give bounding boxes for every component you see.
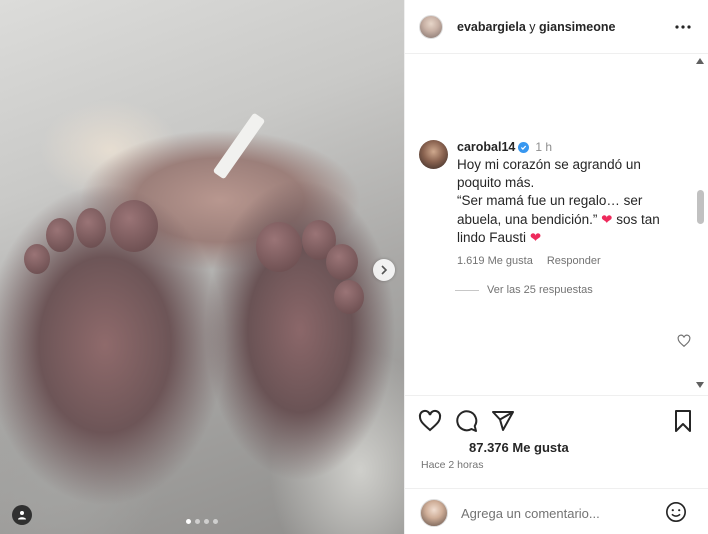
comment-likes[interactable]: 1.619 Me gusta <box>457 255 533 267</box>
replies-divider <box>455 289 479 291</box>
toe <box>110 200 158 252</box>
view-replies-label: Ver las 25 respuestas <box>487 284 593 296</box>
reply-button[interactable]: Responder <box>547 255 601 267</box>
post-sidebar: evabargiela y giansimeone carobal14 1 h … <box>404 0 708 534</box>
emoji-icon <box>666 502 686 522</box>
toe <box>46 218 74 252</box>
user-tag-icon <box>18 511 26 520</box>
carousel-dot <box>204 519 209 524</box>
heart-emoji: ❤ <box>601 211 613 227</box>
add-comment-bar <box>405 488 708 534</box>
comment-input[interactable] <box>461 503 651 523</box>
comment-quote: “Ser mamá fue un regalo… ser abuela, una… <box>457 193 643 227</box>
avatar <box>420 499 448 527</box>
more-options-button[interactable] <box>673 18 693 36</box>
post-actions: 87.376 Me gusta Hace 2 horas <box>405 395 708 485</box>
chevron-right-icon <box>381 265 388 275</box>
scroll-down-arrow[interactable] <box>696 382 704 388</box>
comment-like-button[interactable] <box>677 334 691 348</box>
toe <box>256 222 302 272</box>
author-link[interactable]: evabargiela <box>457 20 526 34</box>
comment-header: carobal14 1 h <box>457 140 673 154</box>
toe <box>76 208 106 248</box>
heart-icon <box>677 334 691 348</box>
save-button[interactable] <box>670 408 696 434</box>
scroll-up-arrow[interactable] <box>696 58 704 64</box>
comment-icon <box>456 410 478 432</box>
post-authors: evabargiela y giansimeone <box>457 20 615 34</box>
more-icon <box>675 25 691 29</box>
toe <box>24 244 50 274</box>
post-likes[interactable]: 87.376 Me gusta <box>469 440 569 455</box>
carousel-dot <box>195 519 200 524</box>
author-connector: y <box>529 19 536 34</box>
comment-line-1: Hoy mi corazón se agrandó un poquito más… <box>457 157 641 191</box>
post-photo[interactable] <box>0 0 404 534</box>
like-button[interactable] <box>417 408 443 434</box>
emoji-button[interactable] <box>665 501 687 523</box>
comment-time[interactable]: 1 h <box>535 140 552 154</box>
heart-icon <box>418 409 442 432</box>
verified-icon <box>518 141 530 153</box>
comment-line-2: “Ser mamá fue un regalo… ser abuela, una… <box>457 192 673 247</box>
share-button[interactable] <box>490 408 516 434</box>
avatar[interactable] <box>419 140 448 169</box>
comment-text: Hoy mi corazón se agrandó un poquito más… <box>457 156 673 247</box>
post-header: evabargiela y giansimeone <box>405 0 708 54</box>
share-icon <box>492 411 514 431</box>
comment-username[interactable]: carobal14 <box>457 140 515 154</box>
user-tag-button[interactable] <box>12 505 32 525</box>
carousel-dot <box>213 519 218 524</box>
bookmark-icon <box>675 410 691 432</box>
carousel-dot <box>186 519 191 524</box>
post-time[interactable]: Hace 2 horas <box>421 459 483 471</box>
scrollbar-thumb[interactable] <box>697 190 704 224</box>
comment-meta: 1.619 Me gusta Responder <box>457 255 673 267</box>
avatar[interactable] <box>419 14 443 39</box>
id-bracelet <box>212 112 266 180</box>
comment-body: carobal14 1 h Hoy mi corazón se agrandó … <box>457 140 673 267</box>
coauthor-link[interactable]: giansimeone <box>539 20 615 34</box>
heart-emoji: ❤ <box>529 229 542 245</box>
comment-button[interactable] <box>453 408 479 434</box>
carousel-indicator <box>186 519 218 524</box>
view-replies-button[interactable]: Ver las 25 respuestas <box>455 284 593 296</box>
next-photo-button[interactable] <box>373 259 395 281</box>
toe <box>334 280 364 314</box>
toe <box>326 244 358 280</box>
